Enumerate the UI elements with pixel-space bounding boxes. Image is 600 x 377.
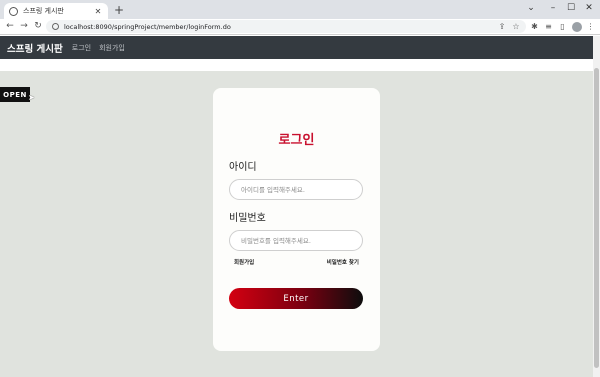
mouse-cursor-icon: ➤: [28, 93, 35, 102]
url-text: localhost:8090/springProject/member/logi…: [64, 22, 231, 31]
id-input[interactable]: [229, 179, 363, 200]
signup-link[interactable]: 회원가입: [234, 258, 254, 266]
close-icon[interactable]: ✕: [93, 7, 103, 16]
url-input[interactable]: localhost:8090/springProject/member/logi…: [46, 20, 526, 33]
content-top-strip: [0, 59, 593, 71]
open-badge[interactable]: OPEN: [0, 87, 30, 102]
enter-button[interactable]: Enter: [229, 288, 363, 309]
chevron-down-icon[interactable]: ⌄: [524, 2, 538, 14]
close-icon[interactable]: ✕: [582, 2, 596, 14]
nav-link-login[interactable]: 로그인: [72, 43, 91, 53]
info-icon[interactable]: [52, 23, 59, 30]
bookmark-star-icon[interactable]: ☆: [511, 20, 521, 33]
extensions-icon[interactable]: ✱: [529, 21, 540, 33]
back-arrow-icon[interactable]: ←: [4, 20, 16, 33]
profile-icon[interactable]: [572, 22, 582, 32]
id-label: 아이디: [229, 162, 257, 173]
reload-icon[interactable]: ↻: [32, 20, 44, 33]
find-password-link[interactable]: 비밀번호 찾기: [327, 258, 359, 266]
login-card: 로그인 아이디 비밀번호 회원가입 비밀번호 찾기 Enter: [213, 88, 380, 351]
browser-tab-bar: 스프링 게시판 ✕ + ⌄ – ☐ ✕: [0, 0, 600, 19]
plus-icon[interactable]: +: [112, 3, 126, 17]
minimize-icon[interactable]: –: [546, 2, 560, 14]
password-input[interactable]: [229, 230, 363, 251]
globe-icon: [9, 6, 18, 16]
nav-link-signup[interactable]: 회원가입: [99, 43, 125, 53]
site-navbar: 스프링 게시판 로그인 회원가입: [0, 36, 593, 59]
forward-arrow-icon[interactable]: →: [18, 20, 30, 33]
page-title: 로그인: [278, 133, 315, 148]
page-scrollbar[interactable]: [593, 36, 600, 377]
site-brand[interactable]: 스프링 게시판: [7, 41, 63, 55]
maximize-icon[interactable]: ☐: [564, 2, 578, 14]
password-label: 비밀번호: [229, 213, 266, 224]
scrollbar-thumb[interactable]: [594, 68, 599, 368]
share-icon[interactable]: ⇪: [497, 20, 507, 33]
side-panel-icon[interactable]: ▯: [557, 21, 568, 33]
tab-title: 스프링 게시판: [23, 7, 64, 15]
address-bar: ← → ↻ localhost:8090/springProject/membe…: [0, 19, 600, 35]
reading-list-icon[interactable]: ≡: [543, 21, 554, 33]
menu-icon[interactable]: ⋮: [585, 21, 596, 33]
browser-tab[interactable]: 스프링 게시판 ✕: [4, 3, 108, 19]
